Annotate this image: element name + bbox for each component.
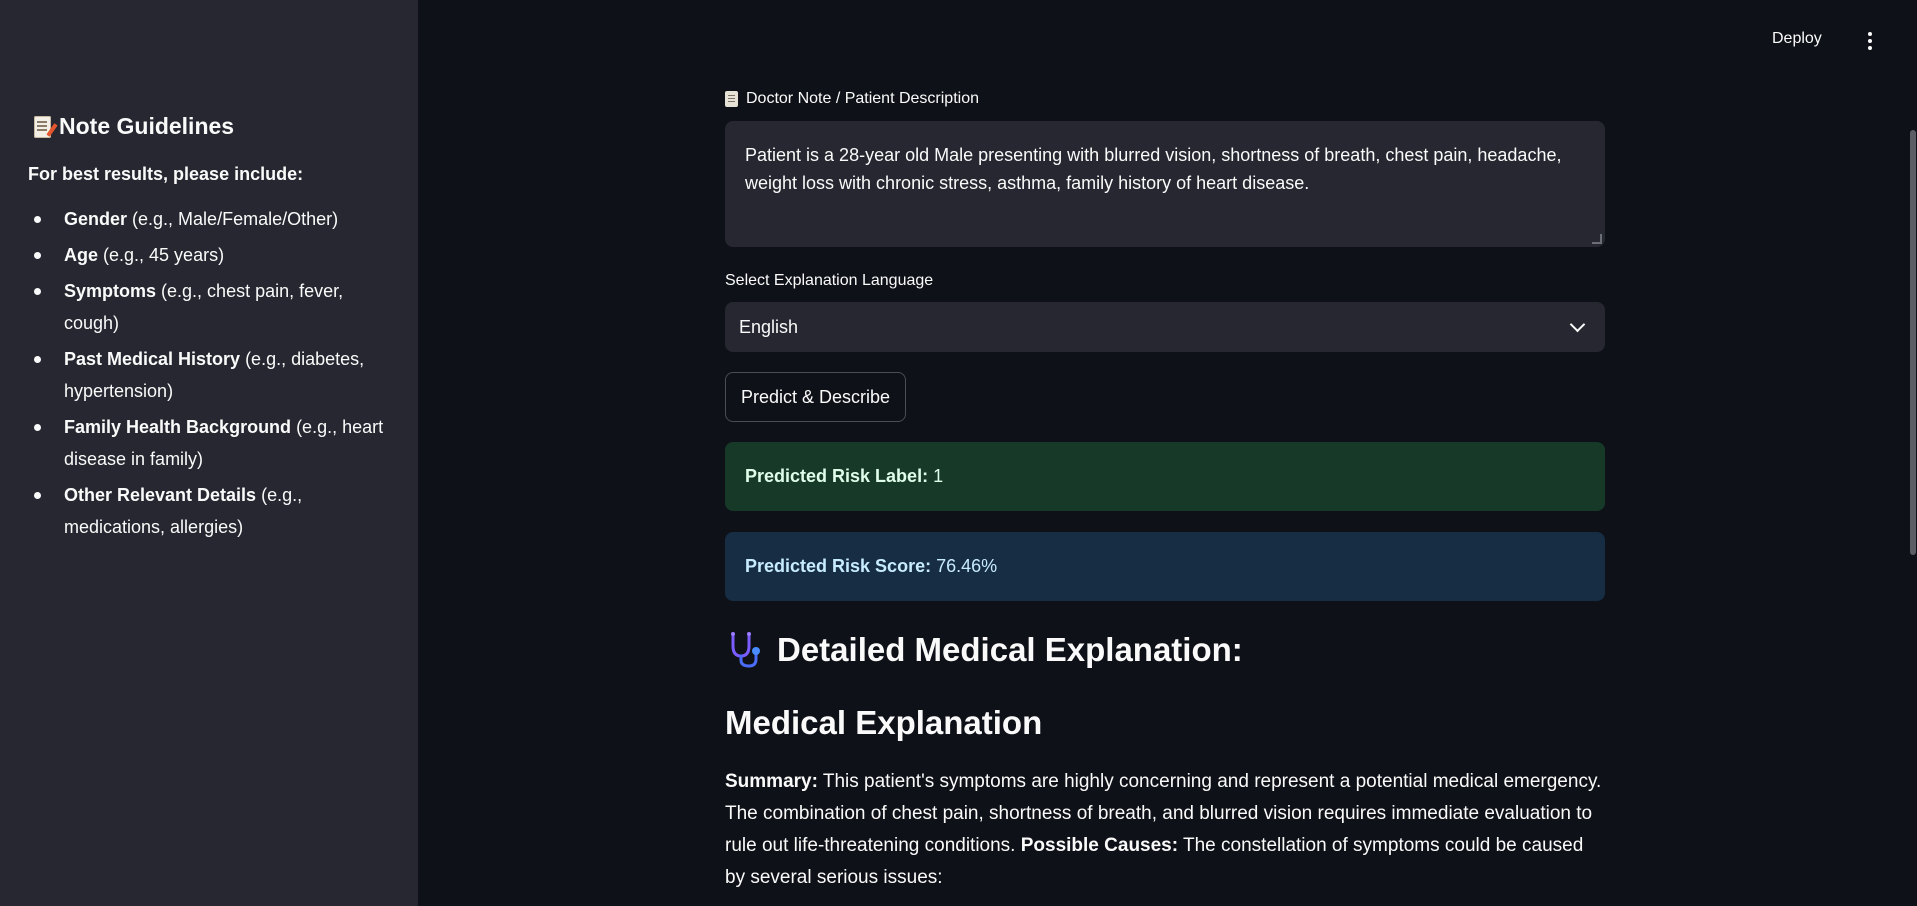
guideline-item-symptoms: Symptoms (e.g., chest pain, fever, cough… — [28, 275, 390, 339]
sidebar-title-text: Note Guidelines — [59, 113, 235, 139]
guideline-term: Family Health Background — [64, 417, 292, 437]
risk-score-alert: Predicted Risk Score: 76.46% — [725, 532, 1605, 601]
guideline-example: (e.g., Male/Female/Other) — [127, 209, 339, 229]
note-label-text: Doctor Note / Patient Description — [746, 90, 979, 107]
risk-label-value: 1 — [933, 466, 944, 486]
page-scrollbar[interactable] — [1910, 130, 1916, 555]
language-label: Select Explanation Language — [725, 272, 933, 290]
memo-icon — [34, 115, 51, 138]
vertical-dots-icon[interactable] — [1862, 30, 1878, 52]
patient-note-value: Patient is a 28-year old Male presenting… — [745, 145, 1562, 193]
language-select-value: English — [739, 316, 799, 337]
explanation-heading-text: Detailed Medical Explanation: — [777, 631, 1243, 668]
medical-explanation-title: Medical Explanation — [725, 704, 1043, 741]
scroll-icon — [725, 91, 738, 107]
patient-note-textarea[interactable]: Patient is a 28-year old Male presenting… — [725, 121, 1605, 247]
sidebar-title: Note Guidelines — [34, 113, 390, 140]
guideline-term: Other Relevant Details — [64, 485, 257, 505]
chevron-down-icon — [1569, 316, 1586, 333]
guideline-item-family: Family Health Background (e.g., heart di… — [28, 411, 390, 475]
summary-label: Summary: — [725, 771, 818, 792]
guideline-item-history: Past Medical History (e.g., diabetes, hy… — [28, 343, 390, 407]
risk-label-alert: Predicted Risk Label: 1 — [725, 442, 1605, 511]
app: Note Guidelines For best results, please… — [0, 0, 1917, 906]
guideline-example: (e.g., 45 years) — [98, 245, 225, 265]
guideline-term: Age — [64, 245, 99, 265]
stethoscope-icon — [731, 632, 760, 668]
guideline-item-age: Age (e.g., 45 years) — [28, 239, 390, 271]
risk-score-value: 76.46% — [936, 556, 998, 576]
sidebar: Note Guidelines For best results, please… — [0, 0, 418, 906]
sidebar-intro: For best results, please include: — [28, 164, 304, 184]
guideline-item-other: Other Relevant Details (e.g., medication… — [28, 479, 390, 543]
guideline-item-gender: Gender (e.g., Male/Female/Other) — [28, 203, 390, 235]
explanation-heading: Detailed Medical Explanation: — [725, 630, 1243, 670]
risk-label-title: Predicted Risk Label: — [745, 466, 929, 486]
risk-score-title: Predicted Risk Score: — [745, 556, 932, 576]
guideline-term: Past Medical History — [64, 349, 241, 369]
guideline-term: Symptoms — [64, 281, 157, 301]
language-label-text: Select Explanation Language — [725, 272, 934, 289]
causes-label: Possible Causes: — [1020, 835, 1179, 856]
note-label: Doctor Note / Patient Description — [725, 90, 979, 108]
predict-describe-button[interactable]: Predict & Describe — [725, 372, 907, 422]
explanation-paragraph: Summary: This patient's symptoms are hig… — [725, 766, 1605, 894]
resize-handle-icon[interactable] — [1592, 234, 1602, 244]
deploy-button[interactable]: Deploy — [1772, 30, 1822, 48]
language-select[interactable]: English — [725, 302, 1605, 352]
guideline-list: Gender (e.g., Male/Female/Other) Age (e.… — [28, 203, 390, 543]
guideline-term: Gender — [64, 209, 128, 229]
